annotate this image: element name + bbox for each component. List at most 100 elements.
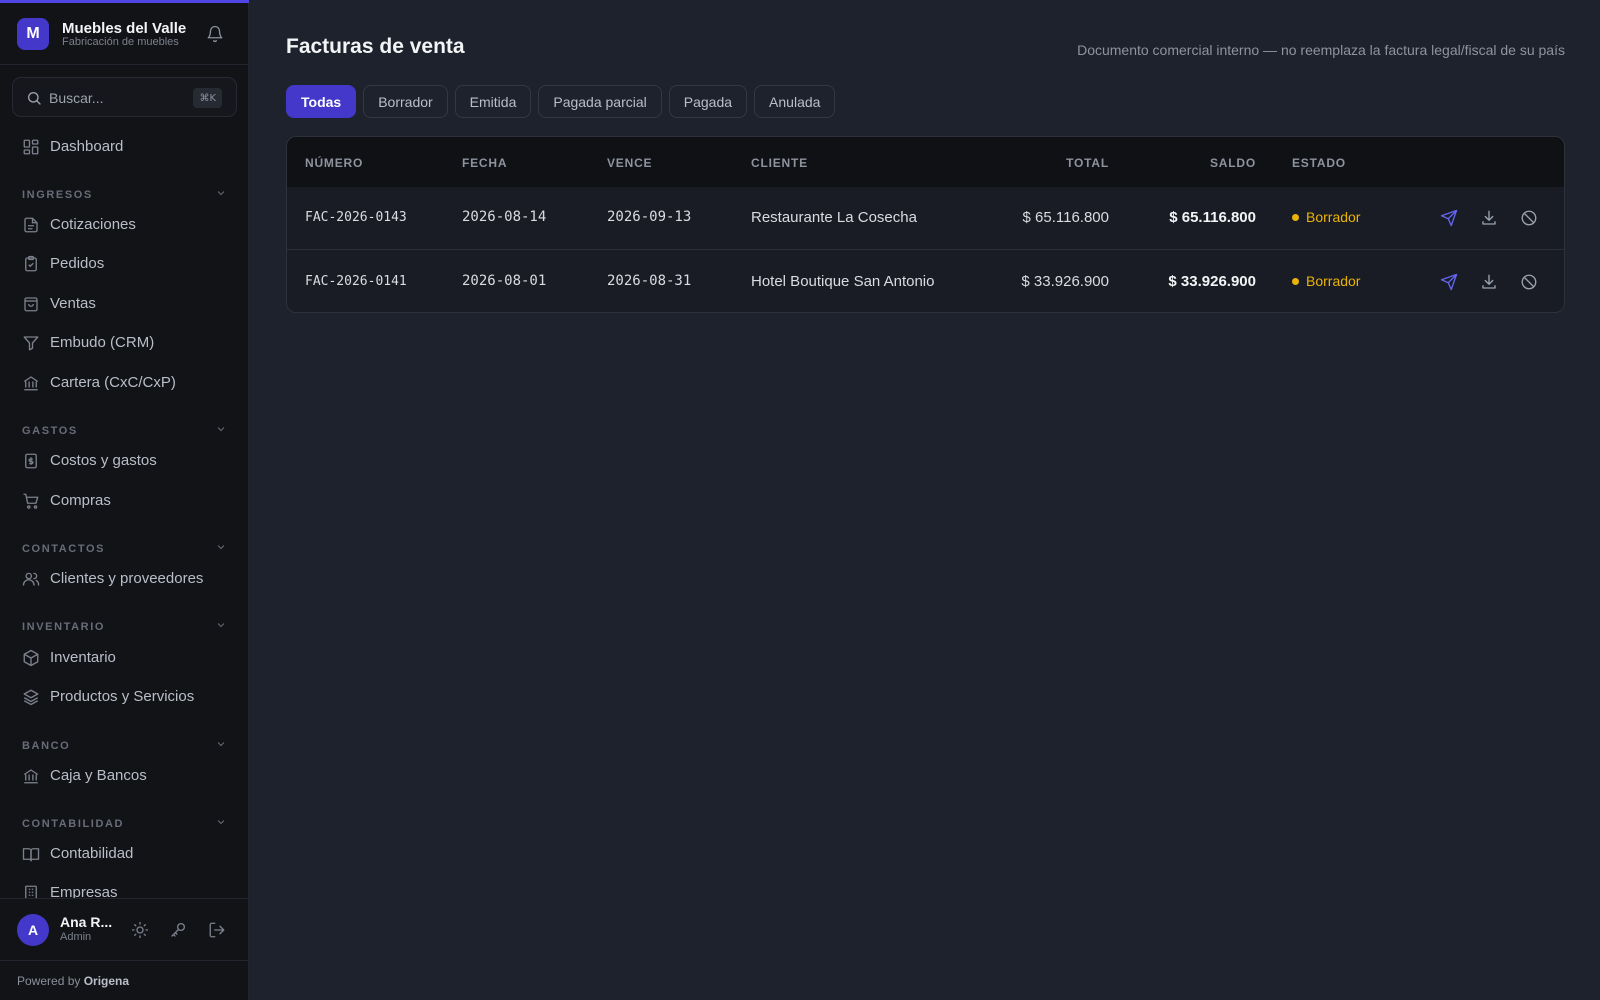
table-row[interactable]: FAC-2026-0143 2026-08-14 2026-09-13 Rest… — [287, 187, 1564, 250]
user-panel: A Ana R... Admin — [0, 898, 249, 960]
dashboard-icon — [23, 139, 39, 155]
invoice-total: $ 65.116.800 — [1022, 209, 1109, 226]
column-header-cliente[interactable]: CLIENTE — [751, 156, 808, 170]
chevron-down-icon — [217, 427, 225, 432]
sidebar-item-label: Cotizaciones — [50, 216, 136, 233]
users-icon — [22, 572, 40, 586]
sidebar-item-costos[interactable]: Costos y gastos — [12, 443, 237, 479]
key-icon[interactable] — [169, 921, 187, 939]
sidebar-item-inventario[interactable]: Inventario — [12, 640, 237, 676]
shopping-bag-icon — [24, 297, 38, 312]
chevron-down-icon — [217, 623, 225, 628]
column-header-numero[interactable]: NÚMERO — [305, 156, 363, 170]
brand-logo[interactable]: M — [17, 18, 49, 50]
section-gastos[interactable]: GASTOS — [22, 421, 227, 437]
sidebar-item-compras[interactable]: Compras — [12, 483, 237, 519]
section-label: BANCO — [22, 740, 71, 752]
tab-todas[interactable]: Todas — [286, 85, 357, 118]
void-icon[interactable] — [1520, 273, 1538, 291]
sidebar-item-ventas[interactable]: Ventas — [12, 286, 237, 322]
sidebar-item-caja[interactable]: Caja y Bancos — [12, 758, 237, 794]
sidebar-item-dashboard[interactable]: Dashboard — [12, 129, 237, 165]
page-title: Facturas de venta — [286, 35, 465, 58]
void-icon[interactable] — [1520, 209, 1538, 227]
chevron-down-icon — [217, 742, 225, 747]
sidebar-item-productos[interactable]: Productos y Servicios — [12, 679, 237, 715]
section-label: INGRESOS — [22, 189, 93, 201]
sidebar-item-label: Empresas — [50, 884, 118, 898]
cart-icon — [23, 493, 39, 509]
sidebar-item-label: Pedidos — [50, 255, 105, 272]
column-header-saldo[interactable]: SALDO — [1210, 156, 1256, 170]
section-label: CONTABILIDAD — [22, 818, 125, 830]
book-open-icon — [22, 848, 40, 862]
tab-pagada[interactable]: Pagada — [668, 85, 748, 118]
search-box[interactable]: ⌘K — [12, 77, 237, 117]
invoice-number[interactable]: FAC-2026-0143 — [305, 210, 407, 225]
layers-icon — [23, 689, 39, 706]
section-inventario[interactable]: INVENTARIO — [22, 617, 227, 633]
section-contabilidad[interactable]: CONTABILIDAD — [22, 814, 227, 830]
status-label: Borrador — [1306, 209, 1361, 225]
status-filter-tabs: Todas Borrador Emitida Pagada parcial Pa… — [286, 85, 836, 118]
user-role: Admin — [60, 931, 92, 943]
building-icon — [25, 885, 37, 898]
sidebar-item-pedidos[interactable]: Pedidos — [12, 246, 237, 282]
sidebar-item-empresas[interactable]: Empresas — [12, 875, 237, 898]
tab-pagada-parcial[interactable]: Pagada parcial — [538, 85, 662, 118]
invoice-balance: $ 65.116.800 — [1169, 209, 1256, 226]
sidebar-item-cartera[interactable]: Cartera (CxC/CxP) — [12, 365, 237, 401]
table-row[interactable]: FAC-2026-0141 2026-08-01 2026-08-31 Hote… — [287, 251, 1564, 312]
section-label: CONTACTOS — [22, 543, 106, 555]
tab-borrador[interactable]: Borrador — [363, 85, 448, 118]
sidebar-item-contabilidad[interactable]: Contabilidad — [12, 836, 237, 872]
avatar[interactable]: A — [17, 914, 49, 946]
download-icon[interactable] — [1480, 209, 1498, 227]
powered-by-text: Powered by Origena — [17, 974, 129, 988]
column-header-total[interactable]: TOTAL — [1066, 156, 1109, 170]
tab-anulada[interactable]: Anulada — [754, 85, 836, 118]
bank-icon — [23, 376, 39, 391]
sidebar-item-label: Cartera (CxC/CxP) — [50, 374, 176, 391]
brand-subtitle: Fabricación de muebles — [62, 36, 179, 48]
user-name: Ana R... — [60, 914, 113, 930]
status-label: Borrador — [1306, 273, 1361, 289]
invoice-due-date: 2026-08-31 — [607, 273, 692, 289]
sidebar: M Muebles del Valle Fabricación de muebl… — [0, 0, 249, 1000]
sidebar-item-label: Costos y gastos — [50, 452, 157, 469]
send-icon[interactable] — [1440, 209, 1458, 227]
invoice-date: 2026-08-01 — [462, 273, 547, 289]
status-dot — [1292, 277, 1299, 285]
sidebar-item-embudo[interactable]: Embudo (CRM) — [12, 325, 237, 361]
search-input[interactable] — [49, 87, 189, 109]
status-badge: Borrador — [1292, 209, 1360, 225]
bell-icon[interactable] — [206, 25, 224, 43]
sidebar-item-label: Inventario — [50, 649, 116, 666]
invoice-date: 2026-08-14 — [462, 209, 547, 225]
column-header-estado[interactable]: ESTADO — [1292, 156, 1346, 170]
clipboard-icon — [25, 255, 37, 272]
brand-header: M Muebles del Valle Fabricación de muebl… — [0, 3, 249, 65]
send-icon[interactable] — [1440, 273, 1458, 291]
invoice-number[interactable]: FAC-2026-0141 — [305, 274, 407, 289]
status-badge: Borrador — [1292, 273, 1360, 289]
invoices-table: NÚMERO FECHA VENCE CLIENTE TOTAL SALDO E… — [286, 136, 1565, 313]
search-icon — [28, 92, 41, 105]
invoice-due-date: 2026-09-13 — [607, 209, 692, 225]
section-contactos[interactable]: CONTACTOS — [22, 539, 227, 555]
download-icon[interactable] — [1480, 273, 1498, 291]
section-ingresos[interactable]: INGRESOS — [22, 185, 227, 201]
logout-icon[interactable] — [208, 921, 226, 939]
sidebar-item-clientes[interactable]: Clientes y proveedores — [12, 561, 237, 597]
powered-brand: Origena — [83, 974, 130, 988]
section-banco[interactable]: BANCO — [22, 736, 227, 752]
column-header-fecha[interactable]: FECHA — [462, 156, 507, 170]
sidebar-scroll-clip: Empresas — [0, 872, 249, 898]
chevron-down-icon — [217, 191, 225, 196]
sun-icon[interactable] — [131, 921, 149, 939]
tab-emitida[interactable]: Emitida — [454, 85, 532, 118]
sidebar-item-cotizaciones[interactable]: Cotizaciones — [12, 207, 237, 243]
sidebar-item-label: Clientes y proveedores — [50, 570, 204, 587]
column-header-vence[interactable]: VENCE — [607, 156, 652, 170]
sidebar-item-label: Ventas — [50, 295, 96, 312]
